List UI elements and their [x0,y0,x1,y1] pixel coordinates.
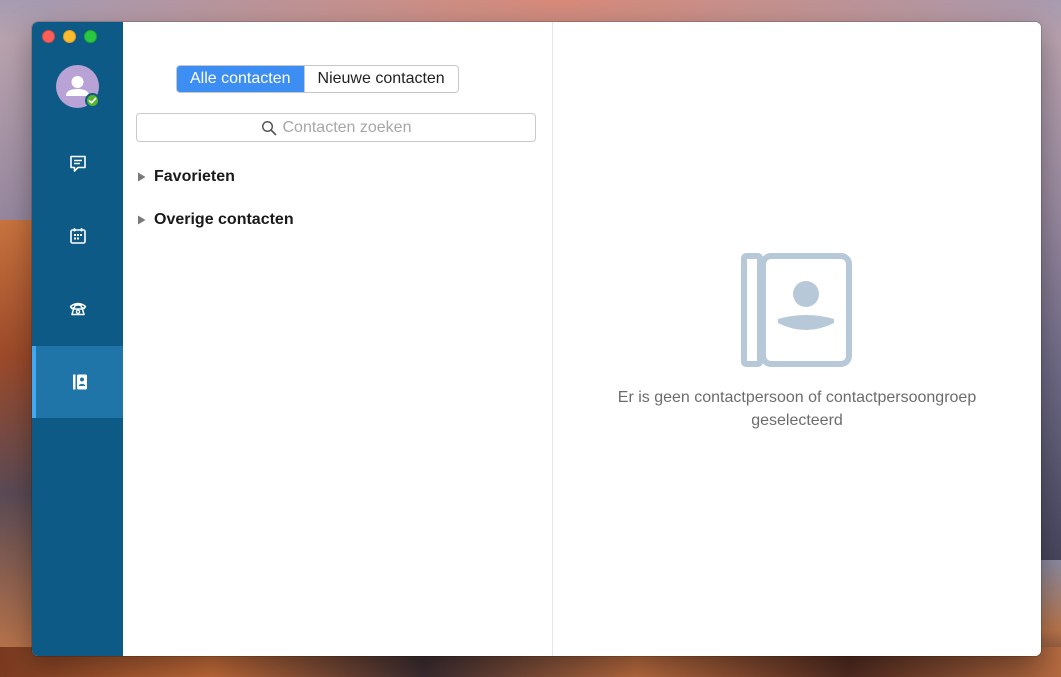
calendar-icon [69,228,86,244]
close-window-button[interactable] [42,30,55,43]
empty-state-message: Er is geen contactpersoon of contactpers… [617,389,977,429]
disclosure-triangle-icon [138,215,146,225]
group-other-contacts[interactable]: Overige contacten [137,211,294,229]
tab-new-contacts[interactable]: Nieuwe contacten [303,66,458,92]
disclosure-triangle-icon [138,172,146,182]
contact-detail-pane: Er is geen contactpersoon of contactpers… [553,22,1041,656]
maximize-window-button[interactable] [84,30,97,43]
search-icon [261,120,276,135]
sidebar-item-contacts[interactable] [32,346,123,418]
sidebar-item-calendar[interactable] [32,200,123,272]
tab-all-contacts[interactable]: Alle contacten [177,66,304,92]
sidebar-item-phone[interactable] [32,272,123,344]
sidebar [32,22,123,656]
address-book-icon [741,253,853,367]
status-badge [85,93,100,108]
contact-list-pane: Alle contacten Nieuwe contacten Contacte… [123,22,553,656]
search-input[interactable]: Contacten zoeken [136,113,536,142]
app-window: Alle contacten Nieuwe contacten Contacte… [32,22,1041,656]
window-controls [42,30,97,43]
contact-filter-tabs: Alle contacten Nieuwe contacten [176,65,459,93]
sidebar-item-chat[interactable] [32,128,123,200]
phone-icon [69,302,86,316]
group-label: Favorieten [154,168,235,185]
group-label: Overige contacten [154,211,294,228]
checkmark-icon [88,97,97,104]
group-favorites[interactable]: Favorieten [137,168,235,186]
search-placeholder: Contacten zoeken [282,118,412,136]
chat-icon [69,155,86,172]
minimize-window-button[interactable] [63,30,76,43]
contacts-icon [72,374,87,390]
